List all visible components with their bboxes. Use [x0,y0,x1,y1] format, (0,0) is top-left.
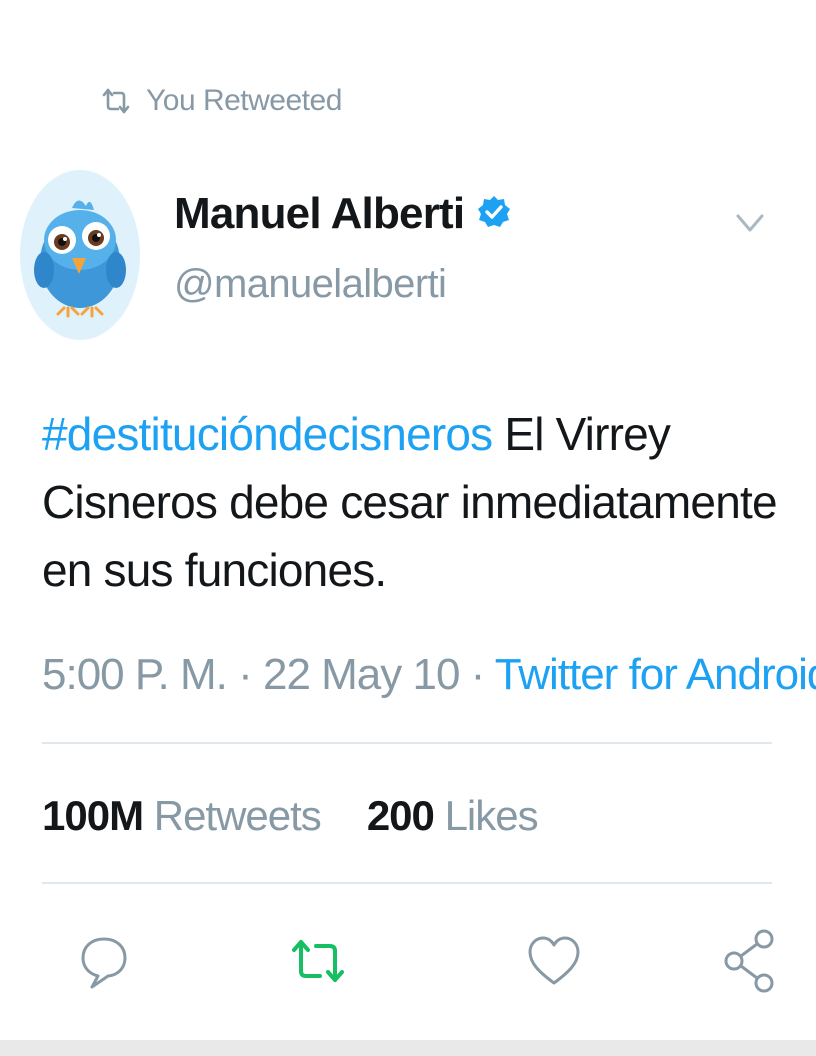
retweet-context-label: You Retweeted [146,84,342,117]
like-button[interactable] [524,926,584,996]
author-name-row[interactable]: Manuel Alberti [174,186,512,242]
retweet-context: You Retweeted [100,80,342,122]
author-display-name[interactable]: Manuel Alberti [174,189,465,239]
bottom-edge-bar [0,1040,816,1056]
meta-separator: · [459,650,495,699]
divider [42,742,772,744]
heart-icon [528,936,580,985]
tweet-detail-page: You Retweeted Manuel Alberti @manuelalbe… [0,0,816,1056]
share-button[interactable] [720,926,780,996]
meta-separator: · [226,650,263,699]
more-options-chevron-down-icon[interactable] [730,208,770,238]
divider [42,882,772,884]
tweet-time: 5:00 P. M. [42,650,228,699]
retweet-icon [100,87,132,115]
share-icon [724,929,774,993]
avatar[interactable] [20,170,140,340]
retweet-button[interactable] [288,926,348,996]
likes-count: 200 [366,792,435,839]
retweets-stat[interactable]: 100M Retweets [42,792,322,840]
reply-button[interactable] [74,926,134,996]
bird-avatar-icon [20,170,140,340]
tweet-stats: 100M Retweets 200 Likes [42,792,539,840]
hashtag-link[interactable]: #destituciónde​cisneros [42,408,493,460]
tweet-date: 22 May 10 [262,650,460,699]
author-handle[interactable]: @manuelalberti [174,262,447,307]
retweet-icon [292,940,344,982]
retweets-label: Retweets [153,792,322,839]
verified-badge-icon [476,194,512,235]
retweets-count: 100M [42,792,144,839]
tweet-meta: 5:00 P. M. · 22 May 10 · Twitter for And… [42,650,816,700]
likes-label: Likes [444,792,539,839]
tweet-text: #destituciónde​cisneros El Virrey Cisner… [42,400,782,604]
tweet-source-link[interactable]: Twitter for Android [495,650,816,699]
reply-icon [81,937,127,989]
likes-stat[interactable]: 200 Likes [366,792,539,840]
